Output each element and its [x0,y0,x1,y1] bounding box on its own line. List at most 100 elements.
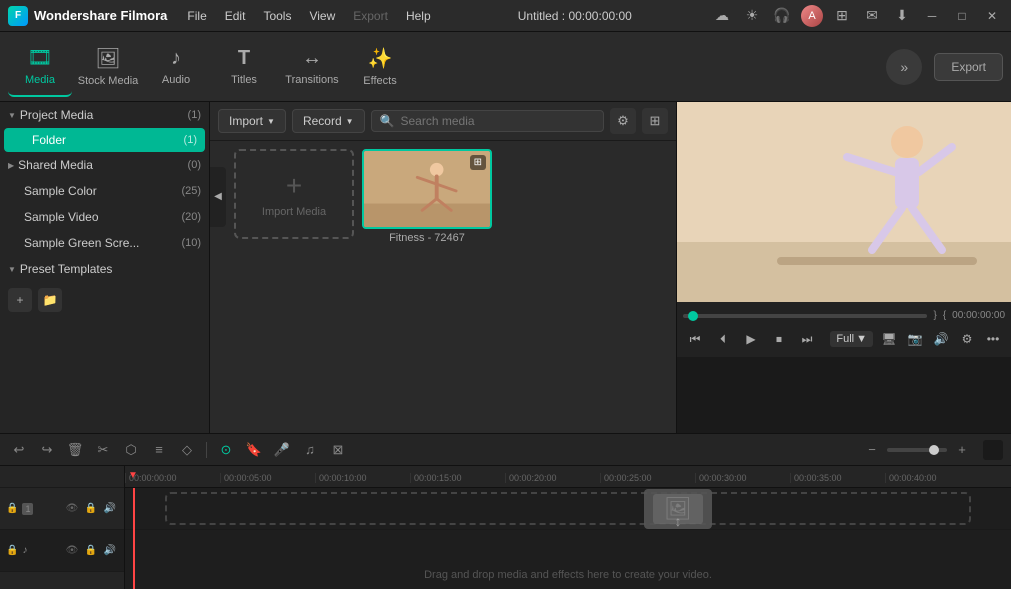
stop-button[interactable]: ⏹ [767,327,791,351]
project-media-header[interactable]: ▼ Project Media (1) [0,102,209,128]
capture-button[interactable]: ⊠ [327,439,349,461]
split-view-icon: ⊞ [470,155,486,170]
toolbar-expand-button[interactable]: » [886,49,922,85]
redo-button[interactable]: ↪ [36,439,58,461]
video-lock2-button[interactable]: 🔒 [83,501,99,517]
record-button[interactable]: Record ▼ [292,109,365,133]
drag-thumbnail: 🖼 ↕ [644,489,712,529]
sample-green-count: (10) [181,237,201,249]
shared-media-section: ▶ Shared Media (0) [0,152,209,178]
menu-help[interactable]: Help [398,6,439,26]
toolbar-media[interactable]: 🎞 Media [8,37,72,97]
mask-button[interactable]: ⬡ [120,439,142,461]
preview-controls: } { 00:00:00:00 ⏮ ⏴ ▶ ⏹ ⏭ Full ▼ 🖥 📷 🔊 [677,302,1011,357]
mic-button[interactable]: 🎤 [271,439,293,461]
step-back-button[interactable]: ⏴ [711,327,735,351]
grid-view-button[interactable]: ⊞ [642,108,668,134]
snap-button[interactable]: ⊙ [215,439,237,461]
preset-templates-header[interactable]: ▼ Preset Templates [0,256,209,282]
preview-timecode: 00:00:00:00 [952,310,1005,321]
folder-panel-button[interactable]: 📁 [38,288,62,312]
volume-button[interactable]: 🔊 [929,327,953,351]
zoom-in-button[interactable]: + [951,439,973,461]
sample-green-label: Sample Green Scre... [24,236,139,250]
download-icon[interactable]: ⬇ [891,5,913,27]
video-vol-button[interactable]: 🔊 [102,501,118,517]
sample-green-header[interactable]: Sample Green Scre... (10) [0,230,209,256]
sample-video-label: Sample Video [24,210,99,224]
zoom-bar: − + [861,439,973,461]
undo-button[interactable]: ↩ [8,439,30,461]
audio-lock2-button[interactable]: 🔒 [83,543,99,559]
ruler-tick-5: 00:00:25:00 [600,473,695,483]
menu-view[interactable]: View [301,6,343,26]
video-drop-zone[interactable]: 🖼 ↕ [165,492,971,525]
menu-export[interactable]: Export [345,6,396,26]
maximize-button[interactable]: □ [951,5,973,27]
toolbar-titles[interactable]: T Titles [212,37,276,97]
import-button[interactable]: Import ▼ [218,109,286,133]
delete-button[interactable]: 🗑 [64,439,86,461]
cut-button[interactable]: ✂ [92,439,114,461]
audio-eq-button[interactable]: ≡ [148,439,170,461]
menu-tools[interactable]: Tools [255,6,299,26]
timeline-toolbar: ↩ ↪ 🗑 ✂ ⬡ ≡ ◇ ⊙ 🔖 🎤 ♫ ⊠ − + [0,434,1011,466]
close-button[interactable]: ✕ [981,5,1003,27]
playhead[interactable] [133,488,135,589]
add-panel-button[interactable]: + [8,288,32,312]
shared-media-header[interactable]: ▶ Shared Media (0) [0,152,209,178]
ruler-tick-3: 00:00:15:00 [410,473,505,483]
play-button[interactable]: ▶ [739,327,763,351]
video-seekbar[interactable] [683,314,927,318]
minimize-button[interactable]: ─ [921,5,943,27]
filter-button[interactable]: ⚙ [610,108,636,134]
screen-button[interactable]: 🖥 [877,327,901,351]
fitness-thumbnail: ⊞ [362,149,492,229]
sun-icon[interactable]: ☀ [741,5,763,27]
keyframe-button[interactable]: ◇ [176,439,198,461]
zoom-slider[interactable] [887,448,947,452]
audio-vol-button[interactable]: 🔊 [102,543,118,559]
ruler-tick-1: 00:00:05:00 [220,473,315,483]
ruler-tick-7: 00:00:35:00 [790,473,885,483]
audio-toolbar-label: Audio [162,74,190,86]
folder-item[interactable]: Folder (1) [4,128,205,152]
headphone-icon[interactable]: 🎧 [771,5,793,27]
toolbar-effects[interactable]: ✨ Effects [348,37,412,97]
import-placeholder[interactable]: + Import Media [234,149,354,239]
badge-button[interactable]: 🔖 [243,439,265,461]
effects-toolbar-label: Effects [363,75,396,87]
window-title: Untitled : 00:00:00:00 [439,9,711,23]
toolbar-stock-media[interactable]: 🖼 Stock Media [76,37,140,97]
more-button[interactable]: ••• [981,327,1005,351]
menu-file[interactable]: File [179,6,214,26]
toolbar-transitions[interactable]: ↔ Transitions [280,37,344,97]
audio-track-button[interactable]: ♫ [299,439,321,461]
search-input[interactable] [401,114,596,128]
menu-edit[interactable]: Edit [217,6,254,26]
skip-forward-button[interactable]: ⏭ [795,327,819,351]
sample-video-header[interactable]: Sample Video (20) [0,204,209,230]
sample-color-header[interactable]: Sample Color (25) [0,178,209,204]
seekbar-thumb [688,311,698,321]
toolbar-audio[interactable]: ♪ Audio [144,37,208,97]
mail-icon[interactable]: ✉ [861,5,883,27]
cloud-icon[interactable]: ☁ [711,5,733,27]
search-box: 🔍 [371,110,604,132]
zoom-out-button[interactable]: − [861,439,883,461]
audio-eye-button[interactable]: 👁 [64,543,80,559]
settings-button[interactable]: ⚙ [955,327,979,351]
timeline-ruler: 00:00:00:00 00:00:05:00 00:00:10:00 00:0… [125,466,1011,488]
grid-icon[interactable]: ⊞ [831,5,853,27]
video-eye-button[interactable]: 👁 [64,501,80,517]
export-button[interactable]: Export [934,53,1003,81]
media-item-fitness[interactable]: ⊞ Fitness - 72467 [362,149,492,244]
scroll-left-button[interactable]: ◀ [210,167,226,227]
video-track-row: 🖼 ↕ [125,488,1011,530]
zoom-dropdown[interactable]: Full ▼ [830,331,873,347]
skip-back-button[interactable]: ⏮ [683,327,707,351]
sample-color-label: Sample Color [24,184,97,198]
panel-collapse[interactable] [983,440,1003,460]
user-avatar[interactable]: A [801,5,823,27]
camera-button[interactable]: 📷 [903,327,927,351]
